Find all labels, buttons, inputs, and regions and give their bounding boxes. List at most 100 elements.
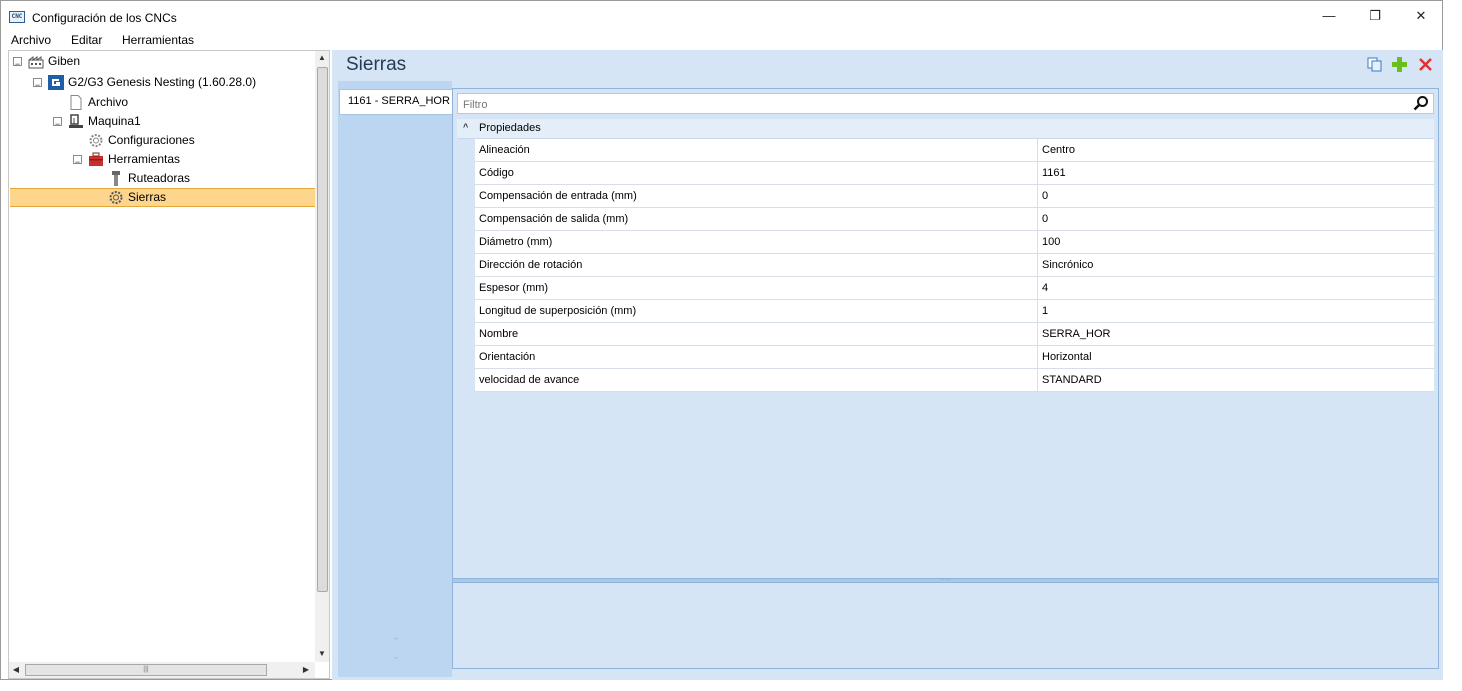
tree-node-configuraciones[interactable]: Configuraciones [10,131,315,150]
column-divider [1037,139,1038,161]
property-grid-container: ^ Propiedades Alineación Centro Código 1… [452,88,1439,669]
property-name: Código [479,167,514,179]
property-name: Compensación de entrada (mm) [479,190,637,202]
property-value[interactable]: 1161 [1042,167,1066,179]
scroll-down-arrow-icon[interactable]: ▼ [315,647,329,661]
tree-node-archivo[interactable]: Archivo [10,93,315,112]
property-row[interactable]: velocidad de avance STANDARD [475,369,1434,392]
property-row[interactable]: Longitud de superposición (mm) 1 [475,300,1434,323]
cnc-app-icon: CNC [9,11,25,23]
close-button[interactable]: ✕ [1398,5,1444,27]
property-name: Diámetro (mm) [479,236,553,248]
tree-node-sierras[interactable]: Sierras [10,188,315,207]
property-name: Nombre [479,328,519,340]
property-row[interactable]: Alineación Centro [475,139,1434,162]
machine-icon [69,114,83,128]
tree-node-label: Maquina1 [88,114,141,128]
tree-node-herramientas[interactable]: − Herramientas [10,150,315,169]
tree-vertical-scrollbar[interactable]: ▲ ▼ [315,51,329,662]
property-name: Orientación [479,351,536,363]
tab-scroll-up-icon[interactable]: ⌃ [392,636,400,647]
property-row[interactable]: Orientación Horizontal [475,346,1434,369]
navigation-tree: − Giben − G2/G3 Genesis Nesting (1.60.28… [8,50,330,679]
sierras-panel: Sierras 1161 - SERRA_HOR ⌃ ⌄ Filtro ^ Pr… [332,50,1443,680]
scroll-up-arrow-icon[interactable]: ▲ [315,51,329,65]
property-value[interactable]: STANDARD [1042,374,1102,386]
property-value[interactable]: 0 [1042,213,1048,225]
router-bit-icon [112,171,120,186]
item-tab-strip: 1161 - SERRA_HOR ⌃ ⌄ [338,81,452,677]
tree-node-label: Configuraciones [108,133,195,147]
tree-node-giben[interactable]: − Giben [10,52,315,71]
property-name: Longitud de superposición (mm) [479,305,637,317]
gear-icon [89,134,103,147]
search-icon[interactable] [1413,95,1429,111]
delete-x-icon[interactable] [1417,56,1434,73]
property-row[interactable]: Diámetro (mm) 100 [475,231,1434,254]
property-name: velocidad de avance [479,374,580,386]
title-bar: CNC Configuración de los CNCs — ❐ ✕ [1,1,1442,31]
plus-icon[interactable] [1391,56,1408,73]
tree-node-label: Giben [48,54,81,68]
property-row[interactable]: Nombre SERRA_HOR [475,323,1434,346]
tree-node-genesis-nesting[interactable]: − G2/G3 Genesis Nesting (1.60.28.0) [10,73,315,92]
collapse-chevron-icon[interactable]: ^ [463,122,468,132]
toolbox-icon [89,152,103,166]
property-name: Alineación [479,144,530,156]
maximize-button[interactable]: ❐ [1352,5,1398,27]
property-value[interactable]: 100 [1042,236,1060,248]
collapse-toggle[interactable]: − [33,78,42,90]
collapse-toggle[interactable]: − [53,117,62,129]
property-value[interactable]: 0 [1042,190,1048,202]
property-value[interactable]: Centro [1042,144,1075,156]
property-row[interactable]: Compensación de entrada (mm) 0 [475,185,1434,208]
category-propiedades[interactable]: ^ Propiedades [457,119,1434,139]
column-divider [1037,185,1038,207]
tree-node-label: Ruteadoras [128,171,191,185]
main-window: CNC Configuración de los CNCs — ❐ ✕ Arch… [0,0,1443,680]
property-row[interactable]: Dirección de rotación Sincrónico [475,254,1434,277]
menu-herramientas[interactable]: Herramientas [122,33,194,47]
column-divider [1037,208,1038,230]
tab-1161-serra-hor[interactable]: 1161 - SERRA_HOR [339,89,452,115]
property-value[interactable]: Horizontal [1042,351,1092,363]
filter-input[interactable] [461,96,1405,113]
tree-horizontal-scrollbar[interactable]: ◀ ||| ▶ [9,662,315,678]
column-divider [1037,346,1038,368]
collapse-toggle[interactable]: − [73,155,82,167]
property-value[interactable]: 1 [1042,305,1048,317]
property-value[interactable]: 4 [1042,282,1048,294]
category-label: Propiedades [479,122,541,134]
menu-bar: Archivo Editar Herramientas [1,31,1442,49]
scrollbar-thumb[interactable] [317,67,328,592]
property-value[interactable]: Sincrónico [1042,259,1093,271]
column-divider [1037,369,1038,391]
factory-icon [28,56,44,69]
tab-scroll-down-icon[interactable]: ⌄ [392,651,400,662]
scroll-left-arrow-icon[interactable]: ◀ [9,662,23,678]
window-title: Configuración de los CNCs [32,11,177,25]
property-value[interactable]: SERRA_HOR [1042,328,1110,340]
giben-logo-icon [48,75,64,90]
tree-node-maquina1[interactable]: − Maquina1 [10,112,315,131]
property-row[interactable]: Código 1161 [475,162,1434,185]
menu-editar[interactable]: Editar [71,33,102,47]
property-description-area [453,583,1438,668]
column-divider [1037,231,1038,253]
tree-node-label: G2/G3 Genesis Nesting (1.60.28.0) [68,75,257,89]
tree-node-ruteadoras[interactable]: Ruteadoras [10,169,315,188]
minimize-button[interactable]: — [1306,5,1352,27]
property-row[interactable]: Compensación de salida (mm) 0 [475,208,1434,231]
copy-icon[interactable] [1366,56,1383,73]
tree-node-label: Archivo [88,95,129,109]
column-divider [1037,162,1038,184]
collapse-toggle[interactable]: − [13,57,22,69]
property-name: Compensación de salida (mm) [479,213,629,225]
tree-node-label: Sierras [128,190,167,204]
property-row[interactable]: Espesor (mm) 4 [475,277,1434,300]
scroll-right-arrow-icon[interactable]: ▶ [299,662,313,678]
scrollbar-thumb[interactable]: ||| [25,664,267,676]
column-divider [1037,300,1038,322]
menu-archivo[interactable]: Archivo [11,33,51,47]
column-divider [1037,254,1038,276]
